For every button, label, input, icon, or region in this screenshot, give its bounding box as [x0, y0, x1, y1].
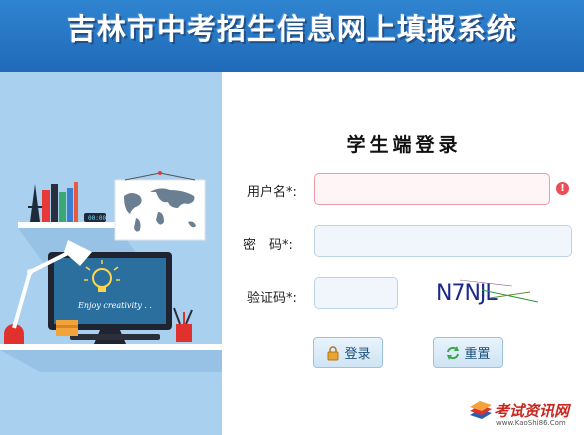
illustration-panel: 00:00 Enjoy creativity . . — [0, 72, 222, 435]
eiffel-tower-icon — [30, 184, 40, 222]
reset-button[interactable]: 重置 — [433, 337, 503, 368]
svg-text:00:00: 00:00 — [88, 215, 106, 222]
login-button-label: 登录 — [344, 347, 371, 362]
header-banner: 吉林市中考招生信息网上填报系统 — [0, 0, 584, 72]
book-logo-icon — [470, 401, 492, 419]
username-label: 用户名*: — [247, 185, 297, 200]
watermark-text: 考试资讯网 — [494, 402, 570, 420]
desk — [0, 344, 222, 350]
watermark-url: www.KaoShi86.Com — [496, 419, 566, 427]
password-label: 密 码*: — [243, 238, 293, 253]
book — [59, 192, 66, 222]
captcha-input[interactable] — [314, 277, 398, 309]
captcha-text: N7NJL — [436, 281, 498, 306]
login-button[interactable]: 登录 — [313, 337, 383, 368]
shelf — [18, 222, 118, 228]
book — [42, 190, 50, 222]
book — [67, 188, 73, 222]
captcha-image[interactable]: N7NJL — [420, 272, 545, 308]
captcha-label: 验证码*: — [247, 291, 297, 306]
login-page: 吉林市中考招生信息网上填报系统 00:00 Enjoy creativity .… — [0, 0, 584, 435]
desk-illustration: 00:00 Enjoy creativity . . — [0, 171, 222, 435]
error-icon: ! — [556, 182, 569, 195]
password-input[interactable] — [314, 225, 572, 257]
watermark: 考试资讯网 www.KaoShi86.Com — [466, 398, 584, 435]
page-title: 吉林市中考招生信息网上填报系统 — [66, 12, 517, 46]
keyboard — [70, 334, 160, 340]
login-title: 学生端登录 — [346, 134, 462, 156]
refresh-icon — [447, 345, 460, 360]
lock-icon — [327, 345, 339, 360]
pen-cup — [176, 324, 192, 342]
screen-caption: Enjoy creativity . . — [77, 301, 152, 310]
book — [74, 182, 78, 222]
book — [51, 184, 58, 222]
reset-button-label: 重置 — [464, 347, 491, 362]
monitor-screen — [54, 258, 166, 324]
username-input[interactable] — [314, 173, 550, 205]
